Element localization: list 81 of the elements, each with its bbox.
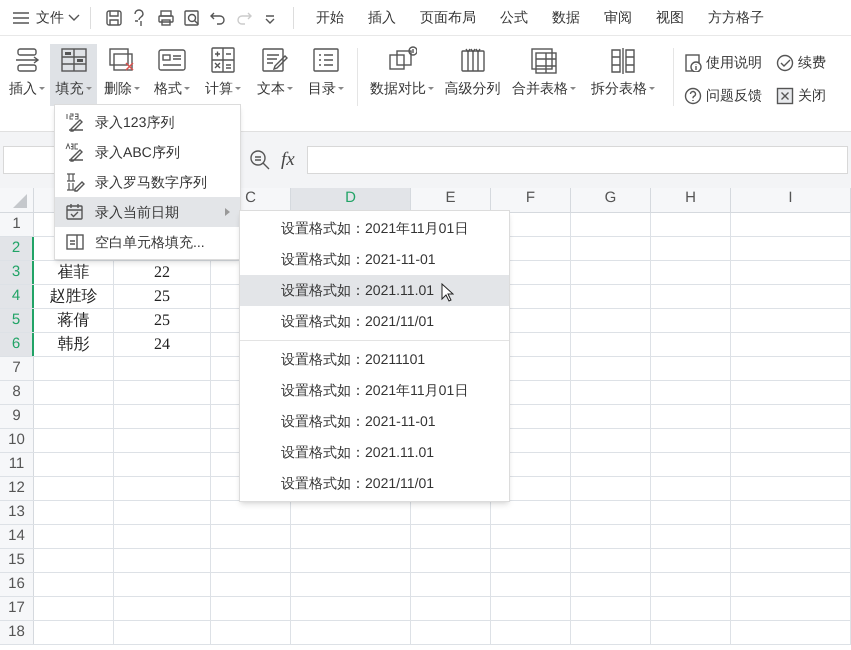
letter-pen-icon xyxy=(65,142,85,162)
ribbon-small-button[interactable]: 续费 xyxy=(776,52,836,73)
menu-item[interactable]: 设置格式如：2021-11-01 xyxy=(240,406,509,437)
printer-icon[interactable] xyxy=(157,8,175,26)
table-cell: 韩彤 xyxy=(34,333,114,356)
table-cell: 蒋倩 xyxy=(34,309,114,332)
close-icon xyxy=(776,86,794,104)
menu-item[interactable]: 设置格式如：2021/11/01 xyxy=(240,468,509,499)
menu-item[interactable]: 空白单元格填充... xyxy=(55,227,240,257)
list-icon xyxy=(311,46,341,74)
table-cell: 崔菲 xyxy=(34,261,114,284)
print-preview-icon[interactable] xyxy=(183,8,201,26)
ribbon-small-button[interactable]: 问题反馈 xyxy=(684,85,776,106)
menu-item[interactable]: 设置格式如：2021/11/01 xyxy=(240,306,509,337)
table-cell: 22 xyxy=(114,261,211,284)
ribbon-tab[interactable]: 插入 xyxy=(356,7,408,28)
row-header[interactable]: 16 xyxy=(0,573,34,596)
row-header[interactable]: 14 xyxy=(0,525,34,548)
row-header[interactable]: 13 xyxy=(0,501,34,524)
ribbon-tab[interactable]: 审阅 xyxy=(592,7,644,28)
menu-item[interactable]: 设置格式如：2021.11.01 xyxy=(240,275,509,306)
chevron-down-icon xyxy=(68,14,80,22)
table-cell: 24 xyxy=(114,333,211,356)
ribbon-button[interactable]: 高级分列 xyxy=(440,44,505,106)
text-edit-icon xyxy=(260,46,290,74)
ribbon-button[interactable]: 目录 xyxy=(301,44,351,106)
menu-item[interactable]: 设置格式如：20211101 xyxy=(240,344,509,375)
row-header[interactable]: 17 xyxy=(0,597,34,620)
ribbon-tab[interactable]: 页面布局 xyxy=(408,7,488,28)
help-icon xyxy=(684,86,702,104)
ribbon-tab[interactable]: 方方格子 xyxy=(696,7,776,28)
menu-item[interactable]: 设置格式如：2021.11.01 xyxy=(240,437,509,468)
row-header[interactable]: 1 xyxy=(0,213,34,236)
row-header[interactable]: 11 xyxy=(0,453,34,476)
row-header[interactable]: 10 xyxy=(0,429,34,452)
menu-item[interactable]: 设置格式如：2021-11-01 xyxy=(240,244,509,275)
menu-icon[interactable] xyxy=(12,10,30,24)
ribbon-tab[interactable]: 视图 xyxy=(644,7,696,28)
formula-label: fx xyxy=(281,148,295,172)
row-header[interactable]: 18 xyxy=(0,621,34,644)
merge-tables-icon xyxy=(529,46,559,74)
menu-item[interactable]: 录入123序列 xyxy=(55,107,240,137)
ribbon-button[interactable]: 文本 xyxy=(249,44,301,106)
ribbon-button[interactable]: 拆分表格 xyxy=(583,44,663,106)
save-icon[interactable] xyxy=(105,8,123,26)
row-header[interactable]: 12 xyxy=(0,477,34,500)
ribbon-tab[interactable]: 公式 xyxy=(488,7,540,28)
table-cell: 25 xyxy=(114,309,211,332)
menu-item[interactable]: 设置格式如：2021年11月01日 xyxy=(240,213,509,244)
row-header[interactable]: 7 xyxy=(0,357,34,380)
ribbon-button[interactable]: 数据对比 xyxy=(364,44,440,106)
formula-field[interactable] xyxy=(306,146,848,174)
menu-item[interactable]: 录入当前日期 xyxy=(55,197,240,227)
ribbon-button[interactable]: 合并表格 xyxy=(505,44,583,106)
check-circle-icon xyxy=(776,54,794,72)
table-fill-icon xyxy=(65,232,85,252)
column-header[interactable]: G xyxy=(571,188,651,212)
menu-item[interactable]: 设置格式如：2021年11月01日 xyxy=(240,375,509,406)
ribbon-button[interactable]: 填充 xyxy=(50,44,97,106)
column-header[interactable]: H xyxy=(651,188,731,212)
numeral-pen-icon xyxy=(65,172,85,192)
table-cell: 25 xyxy=(114,285,211,308)
ribbon-small-button[interactable]: 使用说明 xyxy=(684,52,776,73)
column-header[interactable]: I xyxy=(731,188,851,212)
ribbon-tab[interactable]: 数据 xyxy=(540,7,592,28)
ribbon-button[interactable]: 插入 xyxy=(4,44,50,106)
table-icon xyxy=(58,46,88,74)
calendar-icon xyxy=(65,202,85,222)
zoom-out-icon[interactable] xyxy=(249,149,271,171)
file-menu-button[interactable]: 文件 xyxy=(36,7,80,28)
info-document-icon xyxy=(684,54,702,72)
row-header[interactable]: 8 xyxy=(0,381,34,404)
menu-item[interactable]: 录入ABC序列 xyxy=(55,137,240,167)
ribbon-small-button[interactable]: 关闭 xyxy=(776,85,836,106)
row-header[interactable]: 15 xyxy=(0,549,34,572)
row-header[interactable]: 9 xyxy=(0,405,34,428)
ribbon-tab[interactable]: 开始 xyxy=(304,7,356,28)
number-pen-icon xyxy=(65,112,85,132)
table-cell: 赵胜珍 xyxy=(34,285,114,308)
submenu-arrow-icon xyxy=(225,208,230,216)
mouse-cursor-icon xyxy=(441,283,454,302)
